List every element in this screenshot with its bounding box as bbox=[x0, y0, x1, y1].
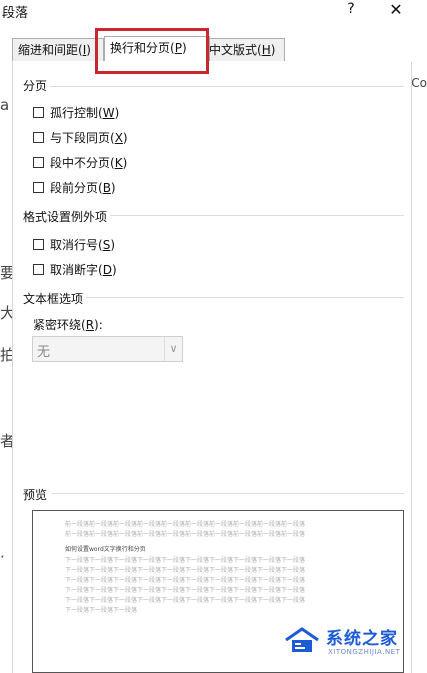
close-button[interactable]: ✕ bbox=[386, 0, 406, 19]
tab-asian-typography[interactable]: 中文版式(H) bbox=[203, 38, 285, 61]
preview-line: 下一段落下一段落下一段落下一段落下一段落下一段落下一段落下一段落下一段落下一段落 bbox=[65, 557, 306, 564]
chevron-down-icon[interactable]: ∨ bbox=[164, 337, 182, 361]
checkbox-mnemonic: D bbox=[102, 262, 112, 277]
tab-label-suffix: ) bbox=[86, 43, 91, 57]
checkbox-box[interactable] bbox=[33, 107, 44, 118]
preview-line: 下一段落下一段落下一段落下一段落下一段落下一段落下一段落下一段落下一段落下一段落 bbox=[65, 587, 306, 594]
checkbox-box[interactable] bbox=[33, 157, 44, 168]
checkbox-label: 段中不分页( bbox=[50, 156, 115, 170]
formatting-exceptions-title: 格式设置例外项 bbox=[23, 210, 108, 224]
checkbox-label-suffix: ) bbox=[110, 180, 116, 195]
preview-line: 下一段落下一段落下一段落下一段落下一段落下一段落下一段落下一段落下一段落下一段落 bbox=[65, 597, 306, 604]
tab-label: 中文版式( bbox=[209, 43, 262, 57]
checkbox-label: 段前分页( bbox=[50, 181, 103, 195]
checkbox-mnemonic: K bbox=[114, 155, 123, 170]
checkbox-label-suffix: ) bbox=[110, 237, 115, 252]
checkbox-mnemonic: S bbox=[102, 237, 111, 252]
paragraph-dialog: 段落 ? ✕ 缩进和间距(I) 中文版式(H) 换行和分页(P) 分页 孤行控制… bbox=[0, 0, 412, 673]
watermark-name: 系统之家 bbox=[326, 629, 398, 649]
section-divider bbox=[86, 297, 404, 298]
background-text-right: Co bbox=[411, 76, 427, 90]
tab-label: 缩进和间距( bbox=[18, 43, 83, 57]
tight-wrap-label: 紧密环绕(R): bbox=[33, 316, 103, 333]
checkbox-box[interactable] bbox=[33, 239, 44, 250]
site-watermark: 系统之家 XITONGZHIJIA.NET bbox=[282, 622, 414, 662]
tight-wrap-dropdown[interactable]: 无 ∨ bbox=[32, 336, 183, 362]
keep-with-next-checkbox[interactable]: 与下段同页(X) bbox=[33, 129, 128, 146]
tab-label-suffix: ) bbox=[270, 43, 276, 57]
preview-title: 预览 bbox=[23, 488, 48, 502]
section-divider bbox=[52, 493, 404, 494]
suppress-line-numbers-checkbox[interactable]: 取消行号(S) bbox=[33, 236, 115, 253]
pagination-section-title: 分页 bbox=[23, 79, 48, 93]
tight-wrap-label-text: 紧密环绕( bbox=[33, 318, 86, 332]
highlight-annotation-box bbox=[95, 28, 209, 74]
checkbox-label-suffix: ) bbox=[122, 155, 128, 170]
checkbox-label: 与下段同页( bbox=[50, 131, 115, 145]
dialog-titlebar: 段落 ? ✕ bbox=[0, 0, 412, 22]
checkbox-label-suffix: ) bbox=[114, 105, 120, 120]
checkbox-label-suffix: ) bbox=[122, 130, 128, 145]
page-break-before-checkbox[interactable]: 段前分页(B) bbox=[33, 179, 116, 196]
section-divider bbox=[50, 86, 404, 87]
preview-line: 前一段落前一段落前一段落前一段落前一段落前一段落前一段落前一段落前一段落前一段落 bbox=[65, 521, 306, 528]
dont-hyphenate-checkbox[interactable]: 取消断字(D) bbox=[33, 261, 117, 278]
textbox-options-title: 文本框选项 bbox=[23, 292, 84, 306]
checkbox-box[interactable] bbox=[33, 132, 44, 143]
tab-mnemonic: H bbox=[261, 43, 271, 57]
tight-wrap-value: 无 bbox=[37, 345, 51, 360]
preview-line: 下一段落下一段落下一段落下一段落下一段落下一段落下一段落下一段落下一段落下一段落 bbox=[65, 567, 306, 574]
checkbox-mnemonic: W bbox=[102, 105, 115, 120]
house-logo-icon bbox=[285, 627, 319, 652]
checkbox-mnemonic: X bbox=[114, 130, 123, 145]
tight-wrap-label-suffix: ): bbox=[94, 318, 103, 332]
checkbox-label: 取消断字( bbox=[50, 263, 103, 277]
watermark-url: XITONGZHIJIA.NET bbox=[328, 648, 401, 656]
checkbox-mnemonic: B bbox=[102, 180, 111, 195]
checkbox-label: 孤行控制( bbox=[50, 106, 103, 120]
keep-lines-together-checkbox[interactable]: 段中不分页(K) bbox=[33, 154, 127, 171]
checkbox-label-suffix: ) bbox=[111, 262, 117, 277]
checkbox-box[interactable] bbox=[33, 182, 44, 193]
dialog-title: 段落 bbox=[2, 6, 29, 21]
widow-orphan-control-checkbox[interactable]: 孤行控制(W) bbox=[33, 104, 119, 121]
tab-indents-and-spacing[interactable]: 缩进和间距(I) bbox=[12, 38, 104, 61]
tight-wrap-mnemonic: R bbox=[85, 318, 95, 332]
section-divider bbox=[110, 215, 404, 216]
checkbox-label: 取消行号( bbox=[50, 238, 103, 252]
preview-line-current: 如何设置word文字换行和分页 bbox=[65, 546, 146, 553]
help-button[interactable]: ? bbox=[344, 1, 358, 17]
checkbox-box[interactable] bbox=[33, 264, 44, 275]
preview-line: 下一段落下一段落下一段落 bbox=[65, 607, 138, 614]
preview-line: 下一段落下一段落下一段落下一段落下一段落下一段落下一段落下一段落下一段落下一段落 bbox=[65, 577, 306, 584]
preview-line: 前一段落前一段落前一段落前一段落前一段落前一段落前一段落前一段落前一段落前一段落 bbox=[65, 531, 306, 538]
